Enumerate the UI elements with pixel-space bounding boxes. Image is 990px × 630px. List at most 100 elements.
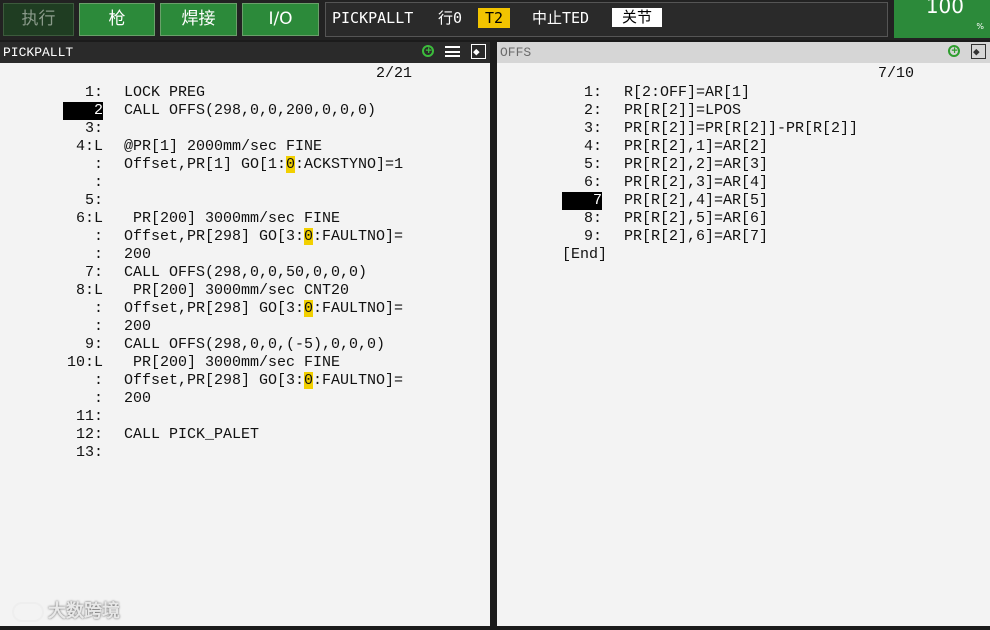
weld-button[interactable]: 焊接: [160, 3, 237, 36]
left-editor-pane[interactable]: PICKPALLT 2/21 1: LOCK PREG 2 CALL OFFS(298…: [0, 42, 490, 626]
line-number: 9:: [583, 228, 602, 245]
program-line[interactable]: 8: PR[R[2],5]=AR[6]: [497, 210, 990, 228]
line-number: 8:: [583, 210, 602, 227]
override-indicator[interactable]: 100 %: [894, 0, 990, 38]
line-text: CALL OFFS(298,0,0,(-5),0,0,0): [124, 336, 386, 353]
program-line[interactable]: 13:: [0, 444, 490, 462]
maximize-icon[interactable]: [971, 43, 986, 64]
line-text-part: Offset,PR[298] GO[3:: [124, 228, 305, 245]
program-line[interactable]: : Offset,PR[298] GO[3:0:FAULTNO]=: [0, 372, 490, 390]
line-text: LOCK PREG: [124, 84, 206, 101]
program-line[interactable]: 3:: [0, 120, 490, 138]
line-text: Offset,PR[298] GO[3:0:FAULTNO]=: [124, 228, 403, 246]
line-number: :: [93, 300, 103, 317]
status-text: 中止TED: [532, 9, 590, 27]
highlighted-value: 0: [304, 228, 314, 245]
top-status-bar: 执行 枪 焊接 I/O PICKPALLT 行0 T2 中止TED 关节 100…: [0, 0, 990, 40]
line-text-part: :ACKSTYNO]=1: [295, 156, 404, 173]
line-number: 12:: [75, 426, 103, 443]
program-line[interactable]: : 200: [0, 318, 490, 336]
line-text: Offset,PR[1] GO[1:0:ACKSTYNO]=1: [124, 156, 403, 174]
zoom-icon[interactable]: [948, 42, 961, 63]
program-line[interactable]: 4:L @PR[1] 2000mm/sec FINE: [0, 138, 490, 156]
left-pane-header: PICKPALLT: [0, 42, 490, 64]
program-line[interactable]: 1: LOCK PREG: [0, 84, 490, 102]
program-line[interactable]: 9: PR[R[2],6]=AR[7]: [497, 228, 990, 246]
program-line[interactable]: : 200: [0, 390, 490, 408]
program-line[interactable]: 6: PR[R[2],3]=AR[4]: [497, 174, 990, 192]
right-pane-title: OFFS: [500, 45, 532, 60]
line-text: 200: [124, 318, 152, 335]
program-line[interactable]: : Offset,PR[298] GO[3:0:FAULTNO]=: [0, 228, 490, 246]
execute-button[interactable]: 执行: [3, 3, 74, 36]
io-button[interactable]: I/O: [242, 3, 319, 36]
torch-button[interactable]: 枪: [79, 3, 155, 36]
program-line[interactable]: [End]: [497, 246, 990, 264]
program-line[interactable]: 2: PR[R[2]]=LPOS: [497, 102, 990, 120]
line-text: CALL OFFS(298,0,0,50,0,0,0): [124, 264, 368, 281]
right-editor-pane[interactable]: OFFS 7/10 1: R[2:OFF]=AR[1] 2: PR[R[2]]=LPO…: [497, 42, 990, 626]
line-text: 200: [124, 390, 152, 407]
program-line[interactable]: 3: PR[R[2]]=PR[R[2]]-PR[R[2]]: [497, 120, 990, 138]
line-text: PR[200] 3000mm/sec FINE: [124, 210, 341, 227]
line-text: Offset,PR[298] GO[3:0:FAULTNO]=: [124, 300, 403, 318]
line-text: PR[R[2],6]=AR[7]: [624, 228, 769, 245]
right-program-listing[interactable]: 1: R[2:OFF]=AR[1] 2: PR[R[2]]=LPOS 3: PR[R[2]…: [497, 84, 990, 264]
line-text: CALL PICK_PALET: [124, 426, 260, 443]
highlighted-value: 0: [286, 156, 296, 173]
line-number: :: [93, 390, 103, 407]
program-line[interactable]: 10:L PR[200] 3000mm/sec FINE: [0, 354, 490, 372]
program-line[interactable]: :: [0, 174, 490, 192]
line-number: 5:: [583, 156, 602, 173]
program-line[interactable]: 12: CALL PICK_PALET: [0, 426, 490, 444]
program-line[interactable]: 7 PR[R[2],4]=AR[5]: [497, 192, 990, 210]
program-line[interactable]: 11:: [0, 408, 490, 426]
line-text-part: Offset,PR[298] GO[3:: [124, 300, 305, 317]
line-text: R[2:OFF]=AR[1]: [624, 84, 751, 101]
line-number: 11:: [75, 408, 103, 425]
line-number: 4:L: [75, 138, 103, 155]
line-number: :: [93, 156, 103, 173]
program-line[interactable]: 9: CALL OFFS(298,0,0,(-5),0,0,0): [0, 336, 490, 354]
program-line[interactable]: 2 CALL OFFS(298,0,0,200,0,0,0): [0, 102, 490, 120]
cursor-line-number: 2: [63, 102, 103, 120]
zoom-icon[interactable]: [422, 42, 435, 63]
program-line[interactable]: 5: PR[R[2],2]=AR[3]: [497, 156, 990, 174]
override-unit: %: [976, 22, 984, 31]
line-text: PR[200] 3000mm/sec CNT20: [124, 282, 350, 299]
program-line[interactable]: : Offset,PR[298] GO[3:0:FAULTNO]=: [0, 300, 490, 318]
line-number: 1:: [84, 84, 103, 101]
program-line[interactable]: : Offset,PR[1] GO[1:0:ACKSTYNO]=1: [0, 156, 490, 174]
line-number: 6:: [583, 174, 602, 191]
line-number: 2:: [583, 102, 602, 119]
menu-icon[interactable]: [445, 46, 461, 57]
line-text: PR[R[2]]=LPOS: [624, 102, 742, 119]
line-number: 3:: [583, 120, 602, 137]
program-name: PICKPALLT: [332, 9, 414, 27]
line-text: PR[R[2],1]=AR[2]: [624, 138, 769, 155]
line-text-part: :FAULTNO]=: [313, 372, 404, 389]
line-number: [End]: [562, 246, 608, 263]
program-line[interactable]: 8:L PR[200] 3000mm/sec CNT20: [0, 282, 490, 300]
line-text: PR[R[2]]=PR[R[2]]-PR[R[2]]: [624, 120, 859, 137]
left-pane-title: PICKPALLT: [3, 45, 74, 60]
line-number: :: [93, 174, 103, 191]
program-line[interactable]: : 200: [0, 246, 490, 264]
line-text-part: :FAULTNO]=: [313, 300, 404, 317]
line-number: 9:: [84, 336, 103, 353]
watermark: 大数跨境: [12, 597, 120, 623]
watermark-logo-icon: [12, 602, 44, 622]
line-number: 8:L: [75, 282, 103, 299]
maximize-icon[interactable]: [471, 43, 486, 64]
highlighted-value: 0: [304, 300, 314, 317]
program-line[interactable]: 4: PR[R[2],1]=AR[2]: [497, 138, 990, 156]
program-line[interactable]: 1: R[2:OFF]=AR[1]: [497, 84, 990, 102]
program-line[interactable]: 7: CALL OFFS(298,0,0,50,0,0,0): [0, 264, 490, 282]
program-line[interactable]: 6:L PR[200] 3000mm/sec FINE: [0, 210, 490, 228]
line-text-part: Offset,PR[298] GO[3:: [124, 372, 305, 389]
program-line[interactable]: 5:: [0, 192, 490, 210]
left-line-position: 2/21: [375, 65, 412, 82]
left-program-listing[interactable]: 1: LOCK PREG 2 CALL OFFS(298,0,0,200,0,0,0)…: [0, 84, 490, 462]
right-pane-header: OFFS: [497, 42, 990, 64]
right-line-position: 7/10: [877, 65, 914, 82]
